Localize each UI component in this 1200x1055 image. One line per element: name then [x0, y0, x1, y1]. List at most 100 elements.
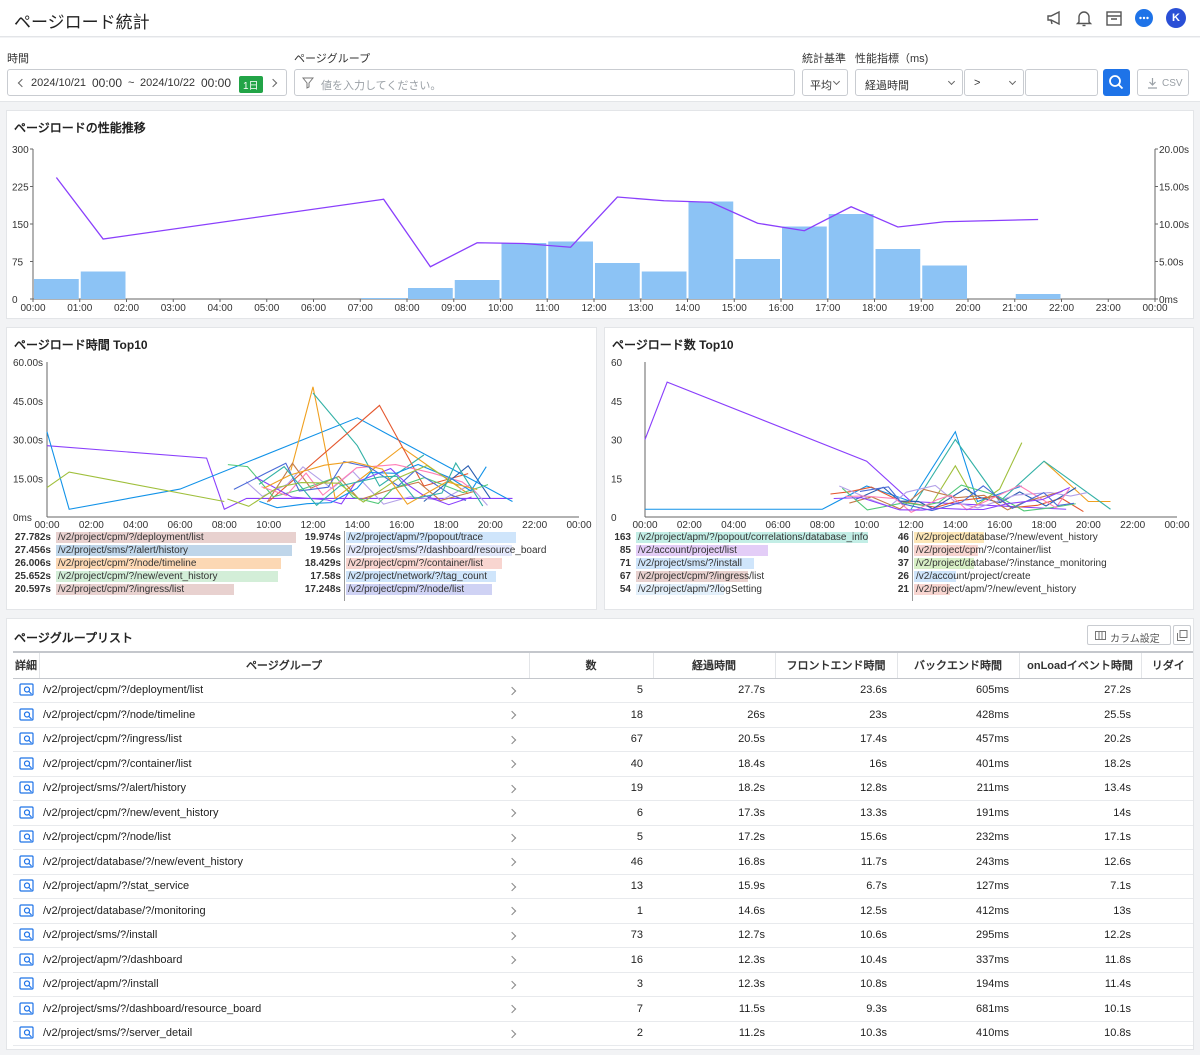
legend-label[interactable]: /v2/project/cpm/?/container/list — [348, 557, 483, 570]
legend-label[interactable]: /v2/project/apm/?/new/event_history — [916, 583, 1076, 596]
table-row[interactable]: /v2/project/cpm/?/deployment/list 5 27.7s 2… — [13, 678, 1193, 703]
stat-select[interactable]: 平均 — [802, 69, 848, 96]
page-group-cell[interactable]: /v2/project/sms/?/server_detail — [39, 1021, 529, 1046]
detail-icon[interactable] — [19, 904, 35, 918]
search-button[interactable] — [1103, 69, 1130, 96]
page-group-cell[interactable]: /v2/project/cpm/?/node/timeline — [39, 702, 529, 728]
chevron-right-icon[interactable] — [507, 882, 517, 891]
detail-cell[interactable] — [13, 678, 39, 703]
legend-label[interactable]: /v2/project/network/?/tag_count — [348, 570, 487, 583]
operator-select[interactable]: > — [964, 69, 1024, 96]
legend-label[interactable]: /v2/project/database/?/new/event_history — [916, 531, 1098, 544]
column-header[interactable]: 詳細 — [13, 651, 39, 679]
detail-icon[interactable] — [19, 781, 35, 795]
page-group-cell[interactable]: /v2/project/apm/?/stat_service — [39, 874, 529, 899]
range-badge[interactable]: 1日 — [239, 76, 263, 93]
table-row[interactable]: /v2/project/cpm/?/node/list 5 17.2s 15.6s 23… — [13, 825, 1193, 850]
chevron-right-icon[interactable] — [507, 1004, 517, 1014]
chevron-right-icon[interactable] — [507, 857, 517, 867]
detail-icon[interactable] — [19, 953, 35, 967]
detail-icon[interactable] — [19, 928, 35, 942]
detail-cell[interactable] — [13, 972, 39, 997]
table-row[interactable]: /v2/project/apm/?/dashboard 16 12.3s 10.4s 3… — [13, 947, 1193, 973]
legend-label[interactable]: /v2/project/apm/?/logSetting — [638, 583, 762, 596]
detail-cell[interactable] — [13, 898, 39, 924]
chevron-right-icon[interactable] — [507, 980, 517, 989]
page-group-cell[interactable]: /v2/project/database/?/monitoring — [39, 898, 529, 924]
page-group-cell[interactable]: /v2/project/cpm/?/deployment/list — [39, 678, 529, 703]
detail-icon[interactable] — [19, 732, 35, 746]
detail-icon[interactable] — [19, 683, 35, 697]
chevron-left-icon[interactable] — [17, 78, 27, 88]
detail-icon[interactable] — [19, 1026, 35, 1040]
avatar[interactable]: K — [1166, 8, 1186, 28]
legend-label[interactable]: /v2/account/project/list — [638, 544, 737, 557]
detail-cell[interactable] — [13, 996, 39, 1022]
page-group-cell[interactable]: /v2/project/cpm/?/node/list — [39, 825, 529, 850]
detail-icon[interactable] — [19, 1002, 35, 1016]
chevron-right-icon[interactable] — [268, 78, 278, 88]
legend-label[interactable]: /v2/project/cpm/?/deployment/list — [58, 531, 204, 544]
legend-label[interactable]: /v2/project/apm/?/popout/trace — [348, 531, 483, 544]
metric-select[interactable]: 経過時間 — [855, 69, 963, 96]
detail-cell[interactable] — [13, 800, 39, 826]
page-group-cell[interactable]: /v2/project/sms/?/install — [39, 923, 529, 948]
column-header[interactable]: フロントエンド時間 — [774, 651, 897, 679]
table-row[interactable]: /v2/project/cpm/?/ingress/list 67 20.5s 17.… — [13, 727, 1193, 752]
detail-cell[interactable] — [13, 751, 39, 777]
column-header[interactable]: リダイ — [1140, 651, 1193, 679]
page-group-cell[interactable]: /v2/project/database/?/new/event_history — [39, 849, 529, 875]
detail-cell[interactable] — [13, 849, 39, 875]
chat-icon[interactable] — [1134, 8, 1154, 28]
column-header[interactable]: 数 — [528, 651, 653, 679]
detail-cell[interactable] — [13, 923, 39, 948]
legend-label[interactable]: /v2/project/cpm/?/ingress/list — [58, 583, 184, 596]
chevron-right-icon[interactable] — [507, 759, 517, 769]
legend-label[interactable]: /v2/project/cpm/?/node/timeline — [58, 557, 196, 570]
column-header[interactable]: 経過時間 — [652, 651, 775, 679]
megaphone-icon[interactable] — [1045, 8, 1065, 28]
legend-label[interactable]: /v2/project/cpm/?/node/list — [348, 583, 464, 596]
table-row[interactable]: /v2/project/sms/?/install 73 12.7s 10.6s 295… — [13, 923, 1193, 948]
detail-cell[interactable] — [13, 727, 39, 752]
detail-cell[interactable] — [13, 825, 39, 850]
table-row[interactable]: /v2/project/apm/?/install 3 12.3s 10.8s 194m… — [13, 972, 1193, 997]
popout-button[interactable] — [1173, 625, 1191, 645]
detail-cell[interactable] — [13, 1021, 39, 1046]
chevron-right-icon[interactable] — [507, 686, 517, 695]
chevron-right-icon[interactable] — [507, 931, 517, 940]
table-row[interactable]: /v2/project/sms/?/server_detail 2 11.2s 10.… — [13, 1021, 1193, 1046]
table-row[interactable]: /v2/project/sms/?/alert/history 19 18.2s 12… — [13, 776, 1193, 801]
legend-label[interactable]: /v2/project/apm/?/popout/correlations/da… — [638, 531, 868, 544]
legend-label[interactable]: /v2/project/sms/?/install — [638, 557, 742, 570]
chevron-right-icon[interactable] — [507, 955, 517, 965]
page-group-cell[interactable]: /v2/project/apm/?/dashboard — [39, 947, 529, 973]
column-header[interactable]: onLoadイベント時間 — [1018, 651, 1141, 679]
legend-label[interactable]: /v2/project/sms/?/dashboard/resource_boa… — [348, 544, 546, 557]
chevron-right-icon[interactable] — [507, 710, 517, 720]
chevron-right-icon[interactable] — [507, 808, 517, 818]
legend-label[interactable]: /v2/project/sms/?/alert/history — [58, 544, 188, 557]
page-group-cell[interactable]: /v2/project/sms/?/dashboard/resource_boa… — [39, 996, 529, 1022]
chevron-right-icon[interactable] — [507, 784, 517, 793]
calendar-icon[interactable] — [1104, 8, 1124, 28]
chevron-right-icon[interactable] — [507, 735, 517, 744]
legend-label[interactable]: /v2/project/cpm/?/new/event_history — [58, 570, 218, 583]
group-filter-input[interactable]: 値を入力してください。 — [294, 69, 795, 96]
detail-icon[interactable] — [19, 977, 35, 991]
column-header[interactable]: バックエンド時間 — [896, 651, 1019, 679]
table-row[interactable]: /v2/project/apm/?/stat_service 13 15.9s 6.7… — [13, 874, 1193, 899]
page-group-cell[interactable]: /v2/project/cpm/?/container/list — [39, 751, 529, 777]
legend-label[interactable]: /v2/project/database/?/instance_monitori… — [916, 557, 1107, 570]
legend-label[interactable]: /v2/project/cpm/?/ingress/list — [638, 570, 764, 583]
time-range-picker[interactable]: 2024/10/21 00:00 ~ 2024/10/22 00:00 1日 — [7, 69, 287, 96]
legend-label[interactable]: /v2/project/cpm/?/container/list — [916, 544, 1051, 557]
column-header[interactable]: ページグループ — [38, 651, 529, 679]
page-group-cell[interactable]: /v2/project/apm/?/install — [39, 972, 529, 997]
detail-cell[interactable] — [13, 702, 39, 728]
threshold-input[interactable] — [1025, 69, 1098, 96]
bell-icon[interactable] — [1074, 8, 1094, 28]
table-row[interactable]: /v2/project/database/?/monitoring 1 14.6s 1… — [13, 898, 1193, 924]
page-group-cell[interactable]: /v2/project/cpm/?/new/event_history — [39, 800, 529, 826]
detail-cell[interactable] — [13, 776, 39, 801]
